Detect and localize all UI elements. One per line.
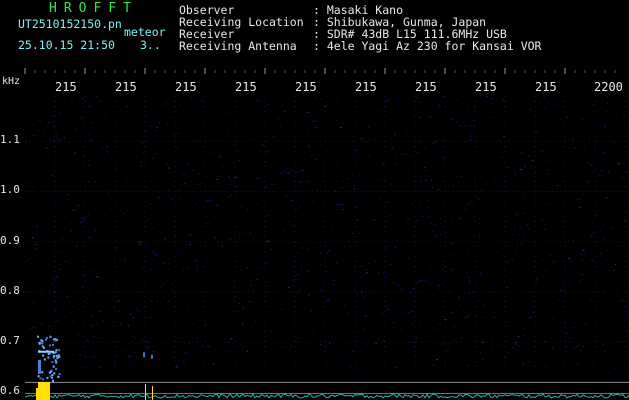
file-name: UT2510152150.pn (18, 17, 122, 31)
date-time: 25.10.15 21:50 (18, 38, 115, 52)
y-tick-label: 0.8 (0, 283, 20, 297)
echo-streak (38, 350, 54, 353)
y-axis-unit: kHz (2, 76, 21, 87)
app-title: HROFFT (49, 1, 138, 16)
echo-fragment (143, 352, 145, 358)
y-tick-label: 0.6 (0, 384, 20, 398)
x-tick-label: 2200 (594, 80, 623, 94)
x-tick-label: 215 (355, 80, 377, 94)
y-tick-label: 0.7 (0, 334, 20, 348)
antenna-label: Receiving Antenna (179, 39, 297, 53)
echo-fragment (151, 354, 153, 359)
hrofft-window: HROFFT UT2510152150.pn meteor 25.10.15 2… (0, 0, 629, 400)
echo-streak (38, 359, 41, 374)
y-tick-label: 0.9 (0, 233, 20, 247)
event-type-label: meteor (124, 25, 166, 39)
y-tick-label: 1.1 (0, 133, 20, 147)
x-tick-label: 215 (535, 80, 557, 94)
event-count: 3.. (140, 38, 161, 52)
x-tick-label: 215 (475, 80, 497, 94)
meteor-level-spike (145, 384, 146, 400)
y-tick-label: 1.0 (0, 183, 20, 197)
x-tick-label: 215 (235, 80, 257, 94)
antenna-value: : 4ele Yagi Az 230 for Kansai VOR (313, 39, 542, 53)
meteor-level-spike (36, 388, 39, 400)
meteor-level-spike (38, 382, 50, 400)
spectrogram (25, 96, 629, 400)
meteor-level-spike (152, 386, 153, 400)
x-tick-label: 215 (55, 80, 77, 94)
x-tick-label: 215 (415, 80, 437, 94)
x-tick-label: 215 (175, 80, 197, 94)
x-tick-label: 215 (295, 80, 317, 94)
x-tick-label: 215 (115, 80, 137, 94)
